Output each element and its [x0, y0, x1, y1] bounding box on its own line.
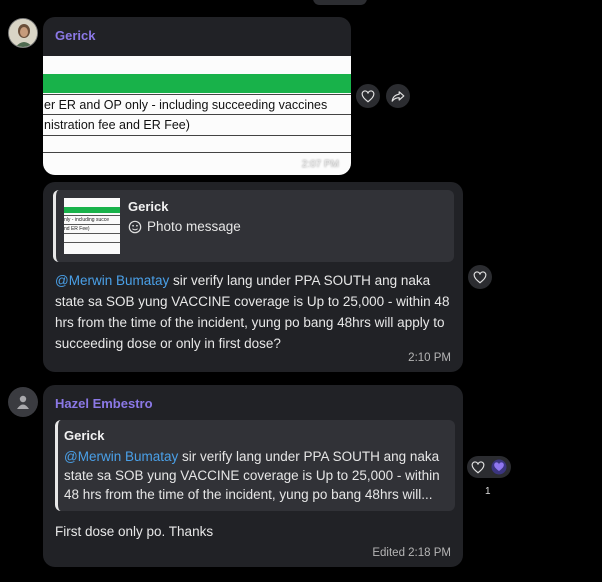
sheet-gridline [43, 135, 351, 136]
quote-text: @Merwin Bumatay sir verify lang under PP… [64, 447, 449, 504]
heart-icon [361, 89, 375, 102]
reply-type-label: Photo message [147, 219, 241, 234]
date-chip [313, 0, 367, 5]
thumb-gridline [64, 224, 120, 225]
thumb-gridline [64, 242, 120, 243]
thumb-gridline [64, 215, 120, 216]
thumb-text: nly - including succe [64, 217, 110, 223]
reaction-count: 1 [485, 486, 491, 497]
sender-name[interactable]: Hazel Embestro [55, 396, 153, 411]
thumb-gridline [64, 233, 120, 234]
thumb-green-row [64, 207, 120, 213]
sender-name[interactable]: Gerick [55, 28, 95, 43]
heart-icon[interactable] [471, 460, 485, 474]
quote-sender: Gerick [64, 428, 105, 443]
mention-link[interactable]: @Merwin Bumatay [64, 449, 178, 464]
react-button[interactable] [356, 84, 380, 108]
mention-link[interactable]: @Merwin Bumatay [55, 273, 169, 288]
sheet-text-line2: nistration fee and ER Fee) [44, 118, 190, 132]
heart-reaction-icon[interactable] [491, 459, 507, 475]
reply-thumbnail: nly - including succe nd ER Fee) [64, 198, 120, 254]
photo-icon [128, 220, 142, 233]
reply-preview[interactable]: nly - including succe nd ER Fee) Gerick … [53, 190, 454, 262]
person-icon [17, 395, 29, 409]
sheet-text-line1: er ER and OP only - including succeeding… [44, 98, 328, 112]
message-bubble[interactable]: Hazel Embestro Gerick @Merwin Bumatay si… [43, 385, 463, 567]
message-time: Edited 2:18 PM [372, 547, 451, 559]
sheet-gridline [43, 152, 351, 153]
message-bubble[interactable]: Gerick er ER and OP only - including suc… [43, 17, 351, 175]
reply-type: Photo message [128, 219, 241, 234]
sheet-green-row [43, 74, 351, 93]
quoted-message[interactable]: Gerick @Merwin Bumatay sir verify lang u… [55, 420, 455, 511]
avatar[interactable] [8, 18, 38, 48]
thumb-text: nd ER Fee) [64, 226, 90, 232]
message-text: @Merwin Bumatay sir verify lang under PP… [55, 270, 455, 354]
avatar[interactable] [8, 387, 38, 417]
reply-sender: Gerick [128, 199, 169, 214]
reaction-pill[interactable] [467, 456, 511, 478]
sheet-gridline [43, 114, 351, 115]
message-bubble[interactable]: nly - including succe nd ER Fee) Gerick … [43, 182, 463, 372]
react-button[interactable] [468, 265, 492, 289]
forward-button[interactable] [386, 84, 410, 108]
avatar-image [9, 19, 37, 47]
message-text: First dose only po. Thanks [55, 524, 214, 539]
photo-attachment[interactable]: er ER and OP only - including succeeding… [43, 56, 351, 175]
message-time: 2:07 PM [301, 159, 339, 170]
message-time: 2:10 PM [408, 352, 451, 364]
sheet-gridline [43, 94, 351, 95]
heart-icon [473, 270, 487, 283]
share-icon [391, 90, 405, 102]
